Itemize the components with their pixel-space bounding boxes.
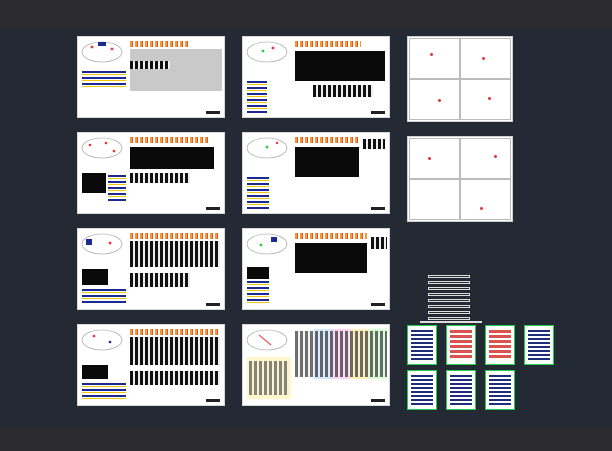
mini-sheet-7[interactable] xyxy=(485,370,515,410)
mini-sheet-5[interactable] xyxy=(407,370,437,410)
load-table xyxy=(295,243,367,273)
mini-sheet-1[interactable] xyxy=(407,325,437,365)
drawing-sheet-4[interactable] xyxy=(77,324,225,406)
legend xyxy=(82,383,126,399)
mini-sheet-3[interactable] xyxy=(485,325,515,365)
floorplan-thumbnail xyxy=(81,41,123,63)
drawing-sheet-2[interactable] xyxy=(77,132,225,214)
table-header xyxy=(295,233,367,239)
plan-detail-grid-a[interactable] xyxy=(407,36,513,122)
schedule-rows xyxy=(295,331,387,377)
drawing-sheet-7[interactable] xyxy=(242,228,390,310)
table-header xyxy=(130,41,190,47)
building-elevation[interactable] xyxy=(420,273,482,329)
plan-detail-grid-b[interactable] xyxy=(407,136,513,222)
schedule-rows xyxy=(249,361,289,395)
notes-block xyxy=(82,269,108,285)
drawing-sheet-6[interactable] xyxy=(242,132,390,214)
schedule-rows xyxy=(130,61,170,69)
schedule-rows xyxy=(130,173,190,183)
legend xyxy=(247,81,267,113)
panel-schedule xyxy=(130,49,222,91)
table-header xyxy=(295,137,359,143)
floorplan-thumbnail xyxy=(81,137,123,159)
floorplan-thumbnail xyxy=(246,137,288,159)
title-block xyxy=(371,207,385,210)
load-table xyxy=(295,51,385,81)
schedule-rows xyxy=(130,241,220,267)
table-header xyxy=(130,137,210,143)
notes-block xyxy=(247,267,269,279)
side-table xyxy=(363,139,385,149)
load-table xyxy=(130,147,214,169)
table-header xyxy=(130,233,220,239)
floorplan-thumbnail xyxy=(246,329,288,351)
drawing-sheet-8[interactable] xyxy=(242,324,390,406)
legend xyxy=(247,281,269,303)
floorplan-thumbnail xyxy=(246,41,288,63)
notes-block xyxy=(82,365,108,379)
mini-sheet-6[interactable] xyxy=(446,370,476,410)
table-header xyxy=(130,329,218,335)
drawing-sheet-5[interactable] xyxy=(242,36,390,118)
notes-block xyxy=(82,173,106,193)
schedule-rows xyxy=(313,85,373,97)
title-block xyxy=(371,399,385,402)
schedule-rows xyxy=(130,273,190,287)
drawing-sheet-1[interactable] xyxy=(77,36,225,118)
floorplan-thumbnail xyxy=(81,233,123,255)
title-block xyxy=(206,303,220,306)
side-table xyxy=(371,237,387,249)
mini-sheet-2[interactable] xyxy=(446,325,476,365)
title-block xyxy=(371,111,385,114)
schedule-rows xyxy=(130,371,220,385)
legend xyxy=(247,177,269,209)
legend xyxy=(108,175,126,201)
table-header xyxy=(295,41,361,47)
legend xyxy=(82,289,126,303)
drawing-sheet-3[interactable] xyxy=(77,228,225,310)
cad-model-space[interactable] xyxy=(0,28,612,428)
mini-sheet-4[interactable] xyxy=(524,325,554,365)
title-block xyxy=(206,399,220,402)
floorplan-thumbnail xyxy=(81,329,123,351)
schedule-rows xyxy=(130,337,220,365)
legend xyxy=(82,71,126,89)
floorplan-thumbnail xyxy=(246,233,288,255)
title-block xyxy=(371,303,385,306)
title-block xyxy=(206,111,220,114)
load-table xyxy=(295,147,359,177)
title-block xyxy=(206,207,220,210)
